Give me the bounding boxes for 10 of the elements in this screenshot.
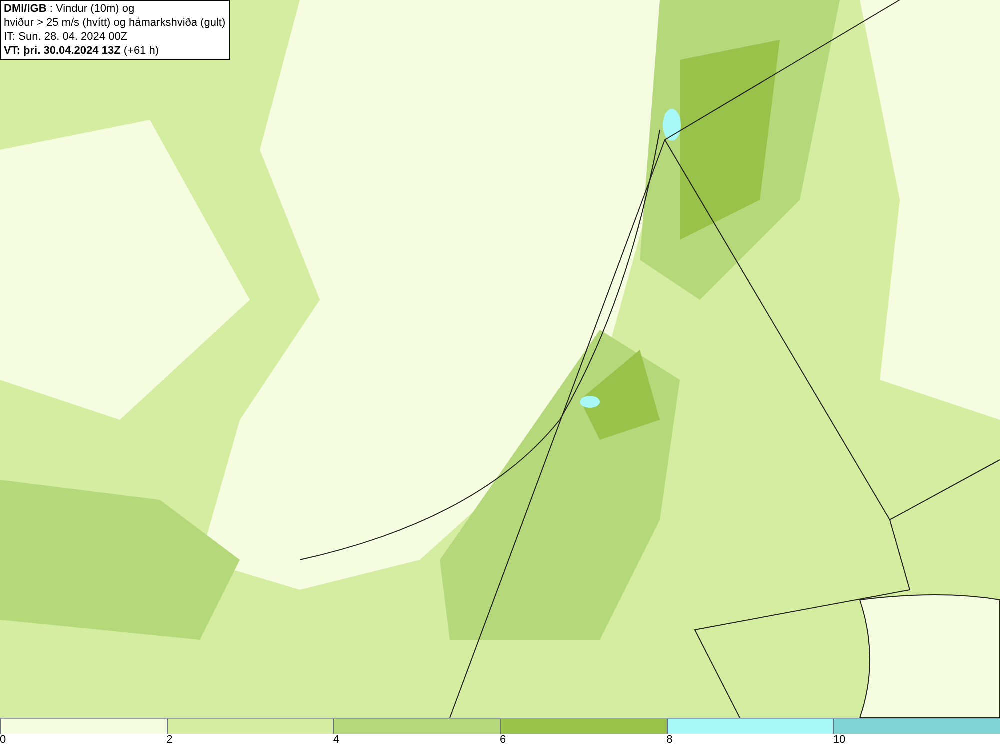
info-text: IT: Sun. 28. 04. 2024 00Z bbox=[4, 30, 129, 44]
legend-label: 8 bbox=[666, 734, 673, 747]
info-text: DMI/IGB : Vindur (10m) og bbox=[4, 2, 136, 16]
legend-label: 10 bbox=[833, 734, 846, 747]
legend-label: 4 bbox=[333, 734, 340, 747]
legend-label: 0 bbox=[0, 734, 6, 747]
legend-label: 2 bbox=[166, 734, 173, 747]
info-text: hviður > 25 m/s (hvítt) og hámarkshviða (gult) bbox=[4, 16, 226, 30]
info-text: VT: þri. 30.04.2024 13Z (+61 h) bbox=[4, 44, 160, 58]
legend-label: 6 bbox=[500, 734, 506, 747]
